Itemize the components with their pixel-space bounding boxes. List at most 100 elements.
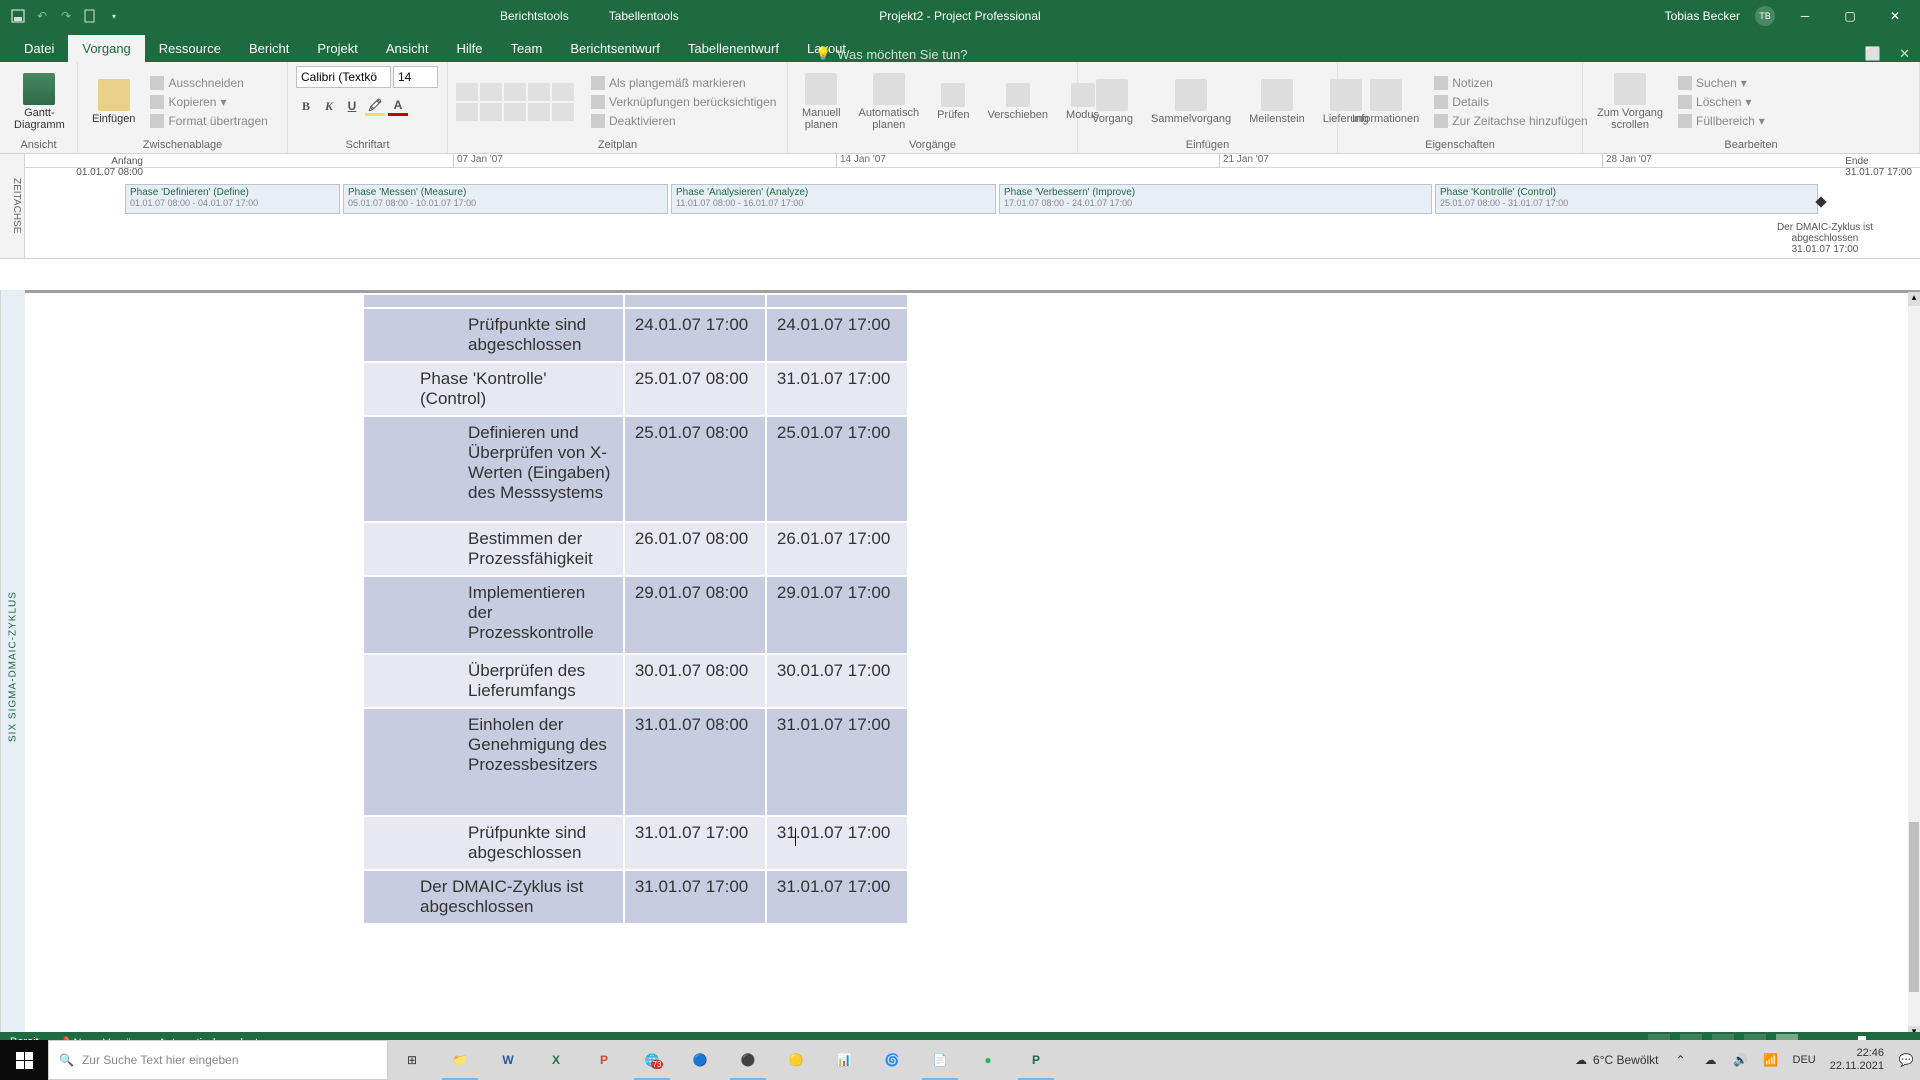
scroll-thumb[interactable] <box>1909 822 1919 992</box>
auto-schedule-button[interactable]: Automatisch planen <box>853 71 926 133</box>
end-date-cell[interactable]: 25.01.07 17:00 <box>766 416 908 522</box>
excel-icon[interactable]: X <box>532 1040 580 1080</box>
task-name-cell[interactable]: Phase 'Kontrolle' (Control) <box>363 362 624 416</box>
table-row[interactable]: Definieren und Überprüfen von X-Werten (… <box>363 416 908 522</box>
bold-button[interactable]: B <box>296 96 316 116</box>
details-button[interactable]: Details <box>1431 94 1590 110</box>
task-name-cell[interactable]: Der DMAIC-Zyklus ist abgeschlossen <box>363 870 624 924</box>
timeline-phase-bar[interactable]: Phase 'Definieren' (Define)01.01.07 08:0… <box>125 184 340 214</box>
start-button[interactable] <box>0 1040 48 1080</box>
unlink-icon[interactable] <box>528 103 550 121</box>
powerpoint-icon[interactable]: P <box>580 1040 628 1080</box>
information-button[interactable]: Informationen <box>1346 77 1425 127</box>
qat-dropdown-icon[interactable]: ▾ <box>106 8 122 24</box>
mark-on-track-button[interactable]: Als plangemäß markieren <box>588 75 779 91</box>
tab-tabellenentwurf[interactable]: Tabellenentwurf <box>674 35 793 62</box>
close-icon[interactable]: ✕ <box>1880 6 1910 26</box>
start-date-cell[interactable]: 26.01.07 08:00 <box>624 522 766 576</box>
copy-button[interactable]: Kopieren ▾ <box>147 94 270 110</box>
new-doc-icon[interactable] <box>82 8 98 24</box>
spotify-icon[interactable]: ● <box>964 1040 1012 1080</box>
table-row[interactable]: Implementieren der Prozesskontrolle 29.01… <box>363 576 908 654</box>
file-explorer-icon[interactable]: 📁 <box>436 1040 484 1080</box>
close-window-icon[interactable]: ✕ <box>1899 46 1910 62</box>
table-row[interactable]: Phase 'Kontrolle' (Control)25.01.07 08:0… <box>363 362 908 416</box>
app-icon-3[interactable]: 📊 <box>820 1040 868 1080</box>
end-date-cell[interactable]: 31.01.07 17:00 <box>766 708 908 816</box>
move-button[interactable]: Verschieben <box>981 81 1054 123</box>
fill-color-button[interactable]: 🖍 <box>365 96 385 116</box>
undo-icon[interactable]: ↶ <box>34 8 50 24</box>
task-name-cell[interactable]: Überprüfen des Lieferumfangs <box>363 654 624 708</box>
table-row[interactable]: Prüfpunkte sind abgeschlossen24.01.07 17… <box>363 308 908 362</box>
start-date-cell[interactable]: 31.01.07 08:00 <box>624 708 766 816</box>
outdent-icon[interactable] <box>456 103 478 121</box>
end-date-cell[interactable]: 24.01.07 17:00 <box>766 308 908 362</box>
user-name[interactable]: Tobias Becker <box>1665 9 1740 23</box>
report-canvas[interactable]: Prüfpunkte sind abgeschlossen24.01.07 17… <box>25 290 1920 1044</box>
obs-icon[interactable]: ⚫ <box>724 1040 772 1080</box>
italic-button[interactable]: K <box>319 96 339 116</box>
table-row[interactable]: Prüfpunkte sind abgeschlossen31.01.07 17… <box>363 816 908 870</box>
tool-tab-tables[interactable]: Tabellentools <box>609 9 679 23</box>
word-icon[interactable]: W <box>484 1040 532 1080</box>
tab-ansicht[interactable]: Ansicht <box>372 35 443 62</box>
format-painter-button[interactable]: Format übertragen <box>147 113 270 129</box>
tab-vorgang[interactable]: Vorgang <box>68 35 144 62</box>
underline-button[interactable]: U <box>342 96 362 116</box>
end-date-cell[interactable]: 31.01.07 17:00 <box>766 362 908 416</box>
tab-team[interactable]: Team <box>497 35 557 62</box>
task-table[interactable]: Prüfpunkte sind abgeschlossen24.01.07 17… <box>362 293 909 925</box>
pct-75-icon[interactable] <box>528 83 550 101</box>
end-date-cell[interactable]: 30.01.07 17:00 <box>766 654 908 708</box>
pct-100-icon[interactable] <box>552 83 574 101</box>
language-indicator[interactable]: DEU <box>1793 1052 1816 1068</box>
network-icon[interactable]: 📶 <box>1763 1052 1779 1068</box>
end-date-cell[interactable]: 31.01.07 17:00 <box>766 870 908 924</box>
task-name-cell[interactable]: Implementieren der Prozesskontrolle <box>363 576 624 654</box>
project-icon[interactable]: P <box>1012 1040 1060 1080</box>
gantt-chart-button[interactable]: Gantt- Diagramm <box>8 71 71 133</box>
start-date-cell[interactable]: 31.01.07 17:00 <box>624 816 766 870</box>
link-icon[interactable] <box>504 103 526 121</box>
onedrive-icon[interactable]: ☁ <box>1703 1052 1719 1068</box>
manual-schedule-button[interactable]: Manuell planen <box>796 71 847 133</box>
clear-button[interactable]: Löschen ▾ <box>1675 94 1768 110</box>
table-row[interactable]: Überprüfen des Lieferumfangs30.01.07 08:… <box>363 654 908 708</box>
pct-50-icon[interactable] <box>504 83 526 101</box>
split-icon[interactable] <box>552 103 574 121</box>
inspect-button[interactable]: Prüfen <box>931 81 975 123</box>
notification-icon[interactable]: 💬 <box>1898 1052 1914 1068</box>
indent-icon[interactable] <box>480 103 502 121</box>
start-date-cell[interactable]: 31.01.07 17:00 <box>624 870 766 924</box>
timeline-phase-bar[interactable]: Phase 'Verbessern' (Improve)17.01.07 08:… <box>999 184 1432 214</box>
task-name-cell[interactable]: Definieren und Überprüfen von X-Werten (… <box>363 416 624 522</box>
start-date-cell[interactable]: 30.01.07 08:00 <box>624 654 766 708</box>
tab-datei[interactable]: Datei <box>10 35 68 62</box>
user-avatar[interactable]: TB <box>1755 6 1775 26</box>
task-name-cell[interactable]: Einholen der Genehmigung des Prozessbesi… <box>363 708 624 816</box>
end-date-cell[interactable]: 31.01.07 17:00 <box>766 816 908 870</box>
taskbar-clock[interactable]: 22:46 22.11.2021 <box>1830 1047 1884 1073</box>
respect-links-button[interactable]: Verknüpfungen berücksichtigen <box>588 94 779 110</box>
font-size-select[interactable] <box>393 66 438 88</box>
weather-widget[interactable]: ☁6°C Bewölkt <box>1575 1053 1659 1067</box>
end-date-cell[interactable]: 29.01.07 17:00 <box>766 576 908 654</box>
find-button[interactable]: Suchen ▾ <box>1675 75 1768 91</box>
paste-button[interactable]: Einfügen <box>86 77 141 127</box>
scroll-to-task-button[interactable]: Zum Vorgang scrollen <box>1591 71 1669 133</box>
timeline-phase-bar[interactable]: Phase 'Kontrolle' (Control)25.01.07 08:0… <box>1435 184 1818 214</box>
tab-berichtsentwurf[interactable]: Berichtsentwurf <box>556 35 674 62</box>
app-icon-2[interactable]: 🟡 <box>772 1040 820 1080</box>
minimize-icon[interactable]: ─ <box>1790 6 1820 26</box>
fill-button[interactable]: Füllbereich ▾ <box>1675 113 1768 129</box>
task-button[interactable]: Vorgang <box>1086 77 1139 127</box>
deactivate-button[interactable]: Deaktivieren <box>588 113 779 129</box>
chrome-icon[interactable]: 🔵 <box>676 1040 724 1080</box>
notepad-icon[interactable]: 📄 <box>916 1040 964 1080</box>
tab-bericht[interactable]: Bericht <box>235 35 303 62</box>
view-side-label[interactable]: SIX SIGMA-DMAIC-ZYKLUS <box>0 290 25 1044</box>
scroll-up-icon[interactable]: ▴ <box>1908 292 1920 306</box>
task-name-cell[interactable]: Prüfpunkte sind abgeschlossen <box>363 308 624 362</box>
start-date-cell[interactable]: 24.01.07 17:00 <box>624 308 766 362</box>
